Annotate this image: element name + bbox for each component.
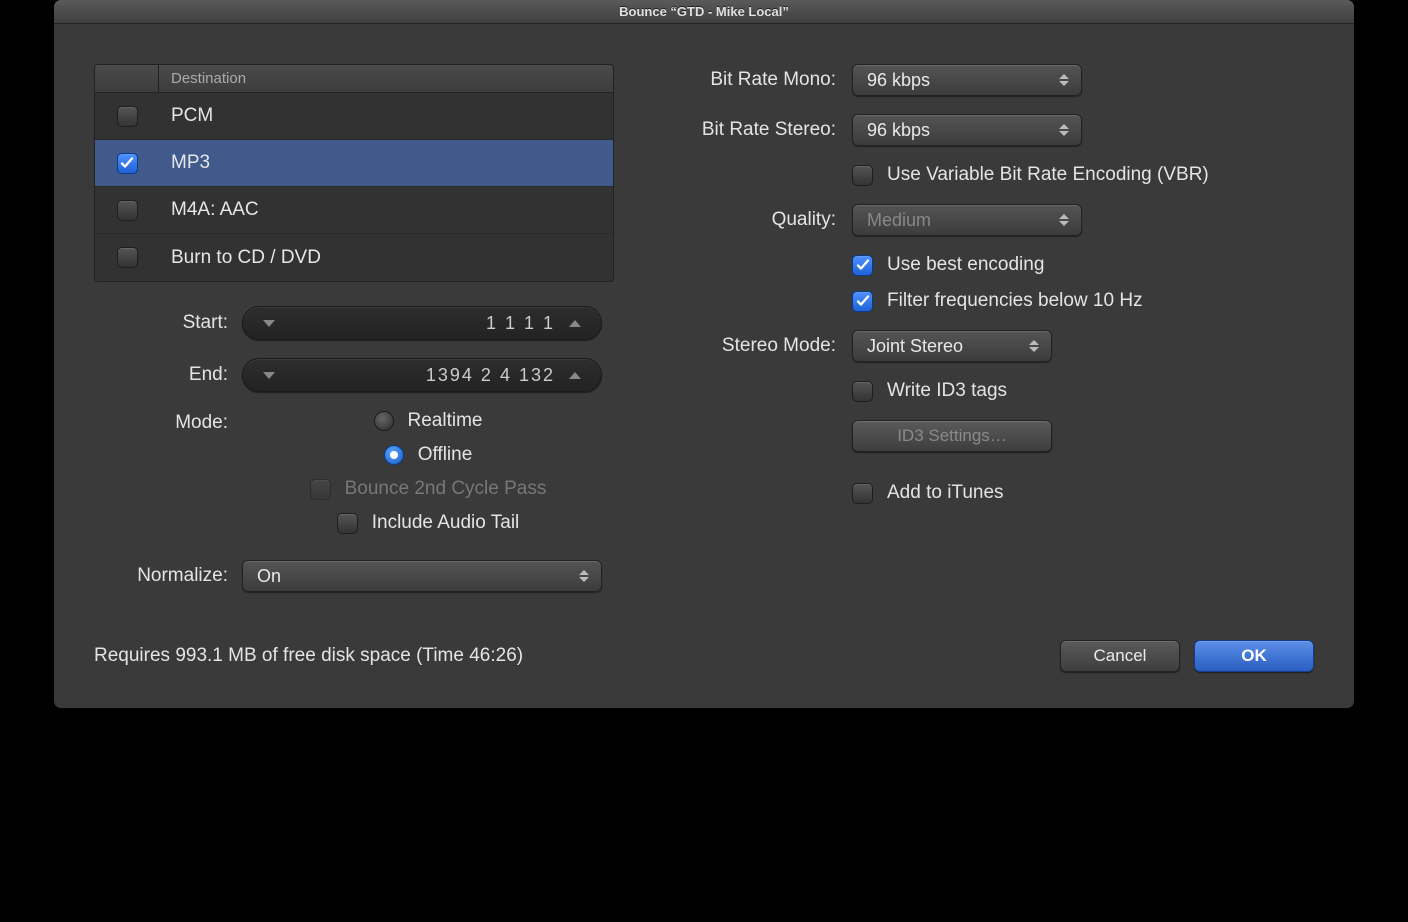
end-value: 1394 2 4 132 bbox=[275, 365, 569, 386]
destination-row-mp3[interactable]: MP3 bbox=[95, 140, 613, 187]
destination-check-pcm[interactable] bbox=[117, 106, 138, 127]
destination-label: PCM bbox=[159, 105, 613, 127]
bounce-dialog: Bounce “GTD - Mike Local” Destination PC… bbox=[54, 0, 1354, 708]
left-column: Destination PCM MP3 M4A: AAC Burn to CD … bbox=[94, 64, 614, 610]
destination-header: Destination bbox=[95, 65, 613, 93]
vbr-label: Use Variable Bit Rate Encoding (VBR) bbox=[887, 164, 1209, 186]
include-audio-tail-checkbox[interactable] bbox=[337, 513, 358, 534]
include-audio-tail-label: Include Audio Tail bbox=[372, 512, 520, 534]
add-to-itunes-checkbox[interactable] bbox=[852, 483, 873, 504]
bounce-2nd-checkbox bbox=[310, 479, 331, 500]
chevron-down-icon[interactable] bbox=[263, 320, 275, 327]
mode-realtime-label: Realtime bbox=[408, 410, 483, 432]
quality-label: Quality: bbox=[654, 209, 836, 231]
destination-check-burn[interactable] bbox=[117, 247, 138, 268]
bitrate-mono-label: Bit Rate Mono: bbox=[654, 69, 836, 91]
write-id3-label: Write ID3 tags bbox=[887, 380, 1007, 402]
mode-offline-radio[interactable] bbox=[384, 445, 404, 465]
popup-arrows-icon bbox=[1055, 115, 1073, 145]
filter-freq-label: Filter frequencies below 10 Hz bbox=[887, 290, 1143, 312]
chevron-up-icon[interactable] bbox=[569, 320, 581, 327]
stereo-mode-label: Stereo Mode: bbox=[654, 335, 836, 357]
destination-check-m4a[interactable] bbox=[117, 200, 138, 221]
popup-arrows-icon bbox=[1055, 65, 1073, 95]
quality-value: Medium bbox=[867, 210, 931, 231]
bitrate-mono-value: 96 kbps bbox=[867, 70, 930, 91]
destination-list: Destination PCM MP3 M4A: AAC Burn to CD … bbox=[94, 64, 614, 282]
stereo-mode-popup[interactable]: Joint Stereo bbox=[852, 330, 1052, 362]
stereo-mode-value: Joint Stereo bbox=[867, 336, 963, 357]
id3-settings-button[interactable]: ID3 Settings… bbox=[852, 420, 1052, 452]
write-id3-checkbox[interactable] bbox=[852, 381, 873, 402]
add-to-itunes-label: Add to iTunes bbox=[887, 482, 1004, 504]
vbr-checkbox[interactable] bbox=[852, 165, 873, 186]
bitrate-stereo-value: 96 kbps bbox=[867, 120, 930, 141]
bitrate-mono-popup[interactable]: 96 kbps bbox=[852, 64, 1082, 96]
chevron-up-icon[interactable] bbox=[569, 372, 581, 379]
bounce-2nd-label: Bounce 2nd Cycle Pass bbox=[345, 478, 547, 500]
mode-offline-label: Offline bbox=[418, 444, 473, 466]
destination-header-label: Destination bbox=[159, 65, 613, 92]
destination-label: Burn to CD / DVD bbox=[159, 247, 613, 269]
start-stepper[interactable]: 1 1 1 1 bbox=[242, 306, 602, 340]
normalize-label: Normalize: bbox=[94, 565, 228, 587]
cancel-button[interactable]: Cancel bbox=[1060, 640, 1180, 672]
destination-label: M4A: AAC bbox=[159, 199, 613, 221]
status-text: Requires 993.1 MB of free disk space (Ti… bbox=[94, 645, 1046, 667]
popup-arrows-icon bbox=[1055, 205, 1073, 235]
destination-row-m4a[interactable]: M4A: AAC bbox=[95, 187, 613, 234]
bitrate-stereo-popup[interactable]: 96 kbps bbox=[852, 114, 1082, 146]
footer: Requires 993.1 MB of free disk space (Ti… bbox=[54, 640, 1354, 708]
start-value: 1 1 1 1 bbox=[275, 313, 569, 334]
normalize-popup[interactable]: On bbox=[242, 560, 602, 592]
popup-arrows-icon bbox=[575, 561, 593, 591]
chevron-down-icon[interactable] bbox=[263, 372, 275, 379]
popup-arrows-icon bbox=[1025, 331, 1043, 361]
quality-popup[interactable]: Medium bbox=[852, 204, 1082, 236]
mode-realtime-radio[interactable] bbox=[374, 411, 394, 431]
window-title: Bounce “GTD - Mike Local” bbox=[54, 0, 1354, 24]
start-label: Start: bbox=[94, 312, 228, 334]
filter-freq-checkbox[interactable] bbox=[852, 291, 873, 312]
ok-button[interactable]: OK bbox=[1194, 640, 1314, 672]
best-encoding-label: Use best encoding bbox=[887, 254, 1044, 276]
destination-row-pcm[interactable]: PCM bbox=[95, 93, 613, 140]
right-column: Bit Rate Mono: 96 kbps Bit Rate Stereo: … bbox=[654, 64, 1314, 610]
bitrate-stereo-label: Bit Rate Stereo: bbox=[654, 119, 836, 141]
end-label: End: bbox=[94, 364, 228, 386]
destination-row-burn[interactable]: Burn to CD / DVD bbox=[95, 234, 613, 281]
end-stepper[interactable]: 1394 2 4 132 bbox=[242, 358, 602, 392]
mode-label: Mode: bbox=[94, 410, 228, 434]
destination-label: MP3 bbox=[159, 152, 613, 174]
best-encoding-checkbox[interactable] bbox=[852, 255, 873, 276]
destination-check-mp3[interactable] bbox=[117, 153, 138, 174]
normalize-value: On bbox=[257, 566, 281, 587]
